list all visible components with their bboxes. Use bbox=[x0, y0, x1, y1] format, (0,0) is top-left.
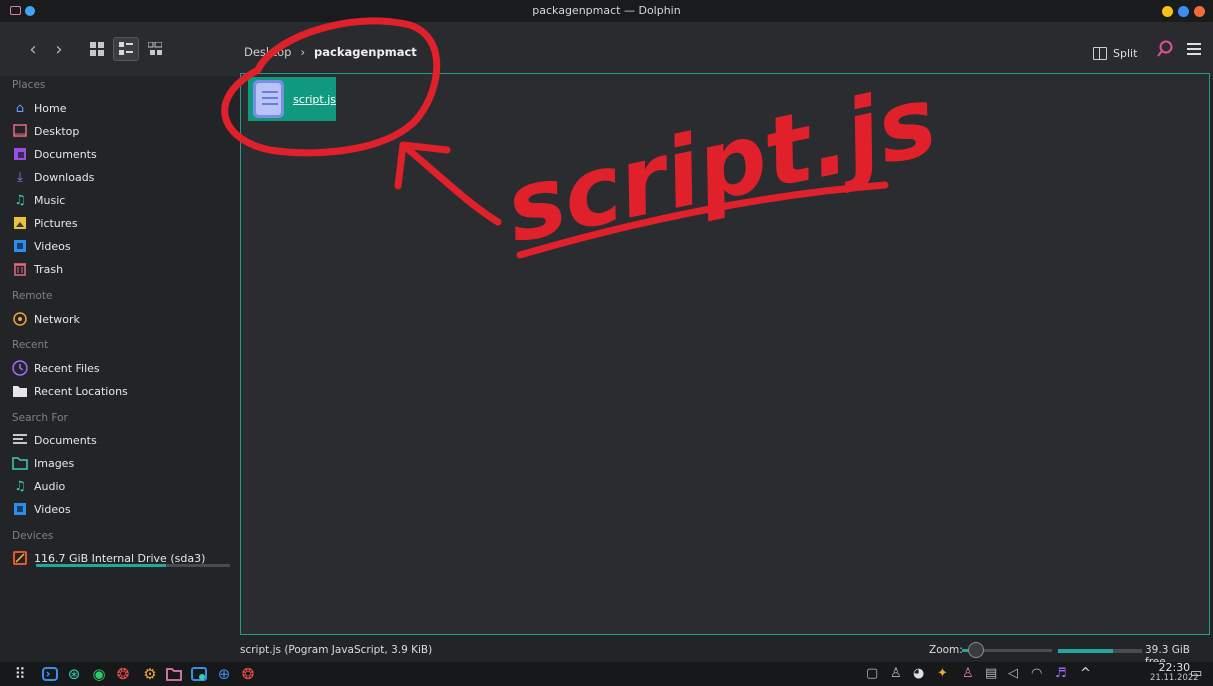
terminal-icon[interactable] bbox=[40, 665, 60, 683]
drive-usage-fill bbox=[36, 564, 166, 567]
video-icon bbox=[12, 501, 28, 517]
browser-icon[interactable]: ⊛ bbox=[64, 665, 84, 683]
app-launcher-icon[interactable]: ⠿ bbox=[10, 665, 30, 683]
sidebar-item-recent-files[interactable]: Recent Files bbox=[12, 358, 100, 378]
chevron-up-icon[interactable]: ^ bbox=[1080, 666, 1091, 681]
sidebar-item-search-audio[interactable]: ♫ Audio bbox=[12, 476, 65, 496]
sidebar-item-search-images[interactable]: Images bbox=[12, 453, 74, 473]
compact-view-icon bbox=[119, 42, 133, 55]
space-usage-bar bbox=[1058, 649, 1142, 653]
text-file-icon bbox=[253, 80, 285, 118]
title-bar: packagenpmact — Dolphin bbox=[0, 0, 1213, 22]
icons-view-icon bbox=[90, 42, 104, 56]
sidebar-item-network[interactable]: Network bbox=[12, 309, 80, 329]
sidebar-item-search-videos[interactable]: Videos bbox=[12, 499, 71, 519]
details-view-button[interactable] bbox=[142, 37, 168, 61]
network-icon bbox=[12, 311, 28, 327]
zoom-label: Zoom: bbox=[929, 644, 963, 656]
volume-icon[interactable]: ◁ bbox=[1008, 666, 1018, 681]
desktop-icon bbox=[12, 123, 28, 139]
drive-icon bbox=[12, 550, 28, 566]
search-button[interactable] bbox=[1152, 37, 1178, 61]
discord-icon[interactable]: ◕ bbox=[913, 666, 924, 681]
sidebar-item-recent-locations[interactable]: Recent Locations bbox=[12, 381, 128, 401]
section-remote: Remote bbox=[12, 290, 53, 302]
media-player-icon[interactable]: ♬ bbox=[1055, 666, 1067, 681]
notifications-icon[interactable]: ▢ bbox=[866, 666, 878, 681]
zoom-slider-handle[interactable] bbox=[967, 642, 984, 658]
status-bar: script.js (Pogram JavaScript, 3.9 KiB) Z… bbox=[0, 636, 1213, 668]
split-icon bbox=[1093, 46, 1107, 60]
back-button[interactable]: ‹ bbox=[20, 37, 46, 61]
clock-icon bbox=[12, 360, 28, 376]
image-folder-icon bbox=[12, 455, 28, 471]
places-sidebar: Places ⌂ Home Desktop Documents ⤓ Download… bbox=[0, 76, 237, 636]
split-label: Split bbox=[1113, 46, 1138, 60]
taskbar: ⠿ ⊛ ◉ ❂ ⚙ ⊕ ❂ ▢ ♙ ◕ ✦ ♙ ▤ ◁ ◠ ♬ ^ 22:30 … bbox=[0, 662, 1213, 686]
space-usage-fill bbox=[1058, 649, 1114, 653]
file-view[interactable]: script.js bbox=[240, 73, 1210, 635]
settings-icon[interactable]: ⚙ bbox=[140, 665, 160, 683]
chevron-right-icon: › bbox=[300, 45, 306, 59]
window-title: packagenpmact — Dolphin bbox=[532, 4, 681, 17]
icons-view-button[interactable] bbox=[84, 37, 110, 61]
search-icon bbox=[1157, 40, 1173, 57]
user-icon[interactable]: ♙ bbox=[890, 666, 902, 681]
breadcrumb-desktop[interactable]: Desktop bbox=[244, 45, 291, 59]
section-search: Search For bbox=[12, 412, 68, 424]
menu-icon bbox=[1187, 43, 1201, 55]
wifi-icon[interactable]: ◠ bbox=[1031, 666, 1042, 681]
documents-icon bbox=[12, 146, 28, 162]
breadcrumb-current[interactable]: packagenpmact bbox=[314, 45, 417, 59]
forward-button[interactable]: › bbox=[46, 37, 72, 61]
file-item[interactable]: script.js bbox=[248, 77, 336, 121]
hamburger-menu-button[interactable] bbox=[1181, 37, 1207, 61]
selection-info: script.js (Pogram JavaScript, 3.9 KiB) bbox=[240, 644, 433, 656]
close-button[interactable] bbox=[1194, 6, 1205, 17]
spotify-icon[interactable]: ◉ bbox=[89, 665, 109, 683]
section-recent: Recent bbox=[12, 339, 49, 351]
section-devices: Devices bbox=[12, 530, 54, 542]
screenshot-icon[interactable] bbox=[189, 665, 209, 683]
sidebar-item-downloads[interactable]: ⤓ Downloads bbox=[12, 167, 94, 187]
show-desktop-icon[interactable]: ▭ bbox=[1190, 666, 1202, 681]
minimize-button[interactable] bbox=[1162, 6, 1173, 17]
download-icon: ⤓ bbox=[17, 169, 23, 185]
section-places: Places bbox=[12, 79, 46, 91]
sidebar-item-pictures[interactable]: Pictures bbox=[12, 213, 78, 233]
clipboard-icon[interactable]: ▤ bbox=[985, 666, 997, 681]
file-name: script.js bbox=[293, 92, 336, 106]
breadcrumb: Desktop › packagenpmact bbox=[244, 45, 417, 59]
sidebar-item-search-documents[interactable]: Documents bbox=[12, 430, 97, 450]
split-button[interactable]: Split bbox=[1093, 42, 1137, 64]
sidebar-item-desktop[interactable]: Desktop bbox=[12, 121, 79, 141]
folder-icon bbox=[12, 383, 28, 399]
drive-usage-bar bbox=[36, 564, 230, 567]
pictures-icon bbox=[12, 215, 28, 231]
color-picker-icon[interactable]: ✦ bbox=[937, 666, 948, 681]
files-icon[interactable] bbox=[164, 665, 184, 683]
sidebar-item-home[interactable]: ⌂ Home bbox=[12, 98, 67, 118]
text-lines-icon bbox=[12, 432, 28, 448]
user-switch-icon[interactable]: ♙ bbox=[962, 666, 974, 681]
toolbar: ‹ › Desktop › packagenpmact Split bbox=[0, 22, 1213, 76]
maximize-button[interactable] bbox=[1178, 6, 1189, 17]
details-view-icon bbox=[148, 42, 162, 55]
firefox-icon[interactable]: ❂ bbox=[113, 665, 133, 683]
sidebar-item-music[interactable]: ♫ Music bbox=[12, 190, 65, 210]
compact-view-button[interactable] bbox=[113, 37, 139, 61]
audio-icon: ♫ bbox=[14, 478, 26, 494]
music-icon: ♫ bbox=[14, 192, 26, 208]
sidebar-item-trash[interactable]: Trash bbox=[12, 259, 63, 279]
home-icon: ⌂ bbox=[15, 100, 25, 116]
sidebar-item-videos[interactable]: Videos bbox=[12, 236, 71, 256]
firefox-dev-icon[interactable]: ❂ bbox=[238, 665, 258, 683]
trash-icon bbox=[12, 261, 28, 277]
videos-icon bbox=[12, 238, 28, 254]
gamepad-icon[interactable]: ⊕ bbox=[214, 665, 234, 683]
sidebar-item-documents[interactable]: Documents bbox=[12, 144, 97, 164]
